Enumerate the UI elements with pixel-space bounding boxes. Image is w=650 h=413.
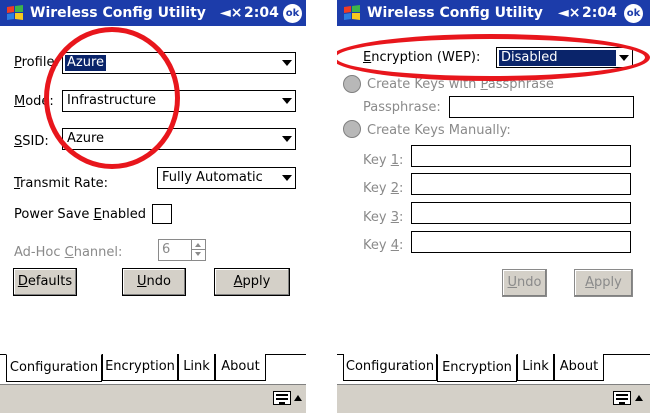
transmit-rate-label: Transmit Rate: — [14, 176, 109, 191]
transmit-rate-select[interactable]: Fully Automatic — [157, 167, 296, 189]
undo-button[interactable]: Undo — [502, 269, 547, 297]
encryption-select[interactable]: Disabled — [496, 47, 633, 68]
tab-link[interactable]: Link — [178, 354, 215, 381]
encryption-label: Encryption (WEP): — [363, 50, 481, 65]
manual-keys-radio[interactable] — [343, 120, 361, 138]
ok-button[interactable]: ok — [283, 4, 302, 23]
encryption-value: Disabled — [499, 50, 616, 66]
ok-button[interactable]: ok — [624, 4, 643, 23]
power-save-label: Power Save Enabled — [14, 207, 147, 222]
keyboard-icon[interactable] — [613, 391, 631, 405]
tab-bar: Configuration Encryption Link About — [337, 354, 650, 384]
defaults-button[interactable]: Defaults — [13, 268, 77, 296]
chevron-down-icon — [282, 60, 292, 66]
speaker-muted-icon[interactable]: ◄× — [558, 5, 581, 21]
key-1-field[interactable] — [411, 145, 631, 167]
key-2-label: Key 2: — [363, 181, 404, 196]
ssid-select[interactable]: Azure — [62, 128, 296, 150]
tab-encryption[interactable]: Encryption — [437, 354, 517, 382]
tab-about[interactable]: About — [215, 354, 266, 381]
menu-bar — [0, 384, 306, 413]
power-save-checkbox[interactable] — [152, 204, 172, 224]
spin-up-icon[interactable] — [195, 243, 201, 247]
chevron-down-icon — [282, 98, 292, 104]
undo-button[interactable]: Undo — [122, 268, 186, 296]
app-title: Wireless Config Utility — [30, 5, 206, 21]
app-title: Wireless Config Utility — [367, 5, 543, 21]
adhoc-channel-spinner[interactable]: 6 — [158, 239, 206, 261]
windows-start-icon[interactable] — [4, 3, 26, 23]
keyboard-icon[interactable] — [273, 391, 291, 405]
clock[interactable]: 2:04 — [244, 5, 279, 21]
apply-button[interactable]: Apply — [214, 268, 290, 296]
windows-start-icon[interactable] — [341, 3, 363, 23]
passphrase-field[interactable] — [449, 96, 634, 118]
tab-configuration[interactable]: Configuration — [343, 354, 437, 381]
clock[interactable]: 2:04 — [582, 5, 617, 21]
manual-option-label: Create Keys Manually: — [367, 123, 511, 138]
passphrase-option-label: Create Keys with Passphrase — [367, 77, 554, 92]
tab-encryption[interactable]: Encryption — [102, 354, 178, 381]
key-3-label: Key 3: — [363, 210, 404, 225]
ssid-value: Azure — [67, 131, 105, 146]
key-4-label: Key 4: — [363, 238, 404, 253]
mode-select[interactable]: Infrastructure — [62, 90, 296, 112]
profile-select[interactable]: Azure — [62, 52, 296, 74]
tab-bar: Configuration Encryption Link About — [0, 354, 306, 384]
chevron-down-icon — [282, 175, 292, 181]
title-bar: Wireless Config Utility ◄× 2:04 ok — [0, 0, 306, 26]
apply-button[interactable]: Apply — [574, 269, 633, 297]
passphrase-label: Passphrase: — [363, 100, 441, 115]
adhoc-channel-value: 6 — [162, 242, 171, 257]
profile-value: Azure — [65, 55, 107, 71]
spin-down-icon[interactable] — [195, 252, 201, 256]
input-menu-arrow-icon[interactable] — [635, 395, 643, 401]
chevron-down-icon — [282, 136, 292, 142]
config-screen: Wireless Config Utility ◄× 2:04 ok Profi… — [0, 0, 306, 413]
encryption-screen: Wireless Config Utility ◄× 2:04 ok Encry… — [337, 0, 650, 413]
mode-value: Infrastructure — [67, 93, 156, 108]
key-4-field[interactable] — [411, 231, 631, 253]
key-1-label: Key 1: — [363, 153, 404, 168]
chevron-down-icon — [619, 55, 629, 61]
profile-label: Profile: — [14, 55, 59, 70]
passphrase-radio[interactable] — [343, 75, 361, 93]
menu-bar — [337, 384, 650, 413]
input-menu-arrow-icon[interactable] — [294, 395, 302, 401]
key-3-field[interactable] — [411, 202, 631, 224]
title-bar: Wireless Config Utility ◄× 2:04 ok — [337, 0, 650, 26]
tab-configuration[interactable]: Configuration — [6, 354, 102, 382]
transmit-rate-value: Fully Automatic — [162, 170, 263, 185]
adhoc-channel-label: Ad-Hoc Channel: — [14, 245, 123, 260]
tab-link[interactable]: Link — [517, 354, 554, 381]
key-2-field[interactable] — [411, 173, 631, 195]
tab-about[interactable]: About — [554, 354, 604, 381]
mode-label: Mode: — [14, 94, 54, 109]
ssid-label: SSID: — [14, 134, 49, 149]
speaker-muted-icon[interactable]: ◄× — [220, 5, 243, 21]
